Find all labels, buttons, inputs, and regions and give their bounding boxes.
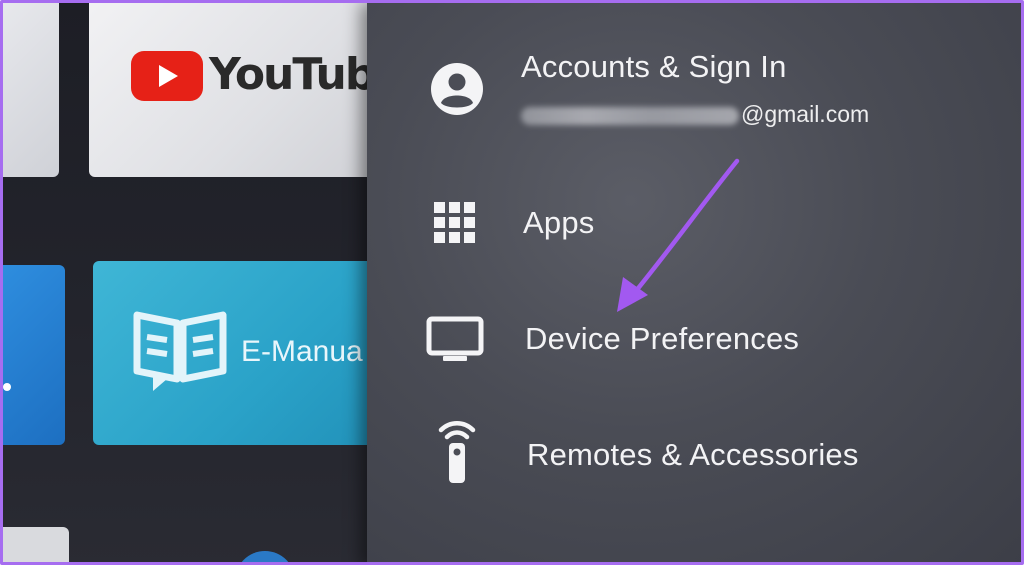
accounts-label: Accounts & Sign In xyxy=(521,49,787,84)
app-tile-emanual[interactable]: E-Manua xyxy=(93,261,375,445)
settings-item-device-preferences[interactable]: Device Preferences xyxy=(367,293,1021,383)
account-email: @gmail.com xyxy=(521,101,869,128)
screen-frame: YouTube E-Manua xyxy=(0,0,1024,565)
account-circle-icon xyxy=(427,59,487,119)
youtube-tile-label: YouTube xyxy=(209,49,375,100)
tv-monitor-icon xyxy=(425,309,485,369)
redacted-username xyxy=(521,106,739,125)
app-tile-partial-top[interactable] xyxy=(3,3,59,177)
apps-label: Apps xyxy=(523,205,595,240)
emanual-book-icon xyxy=(133,311,227,391)
settings-item-accounts[interactable]: Accounts & Sign In @gmail.com xyxy=(367,37,1021,128)
app-tile-partial-bottom[interactable] xyxy=(3,527,69,562)
home-app-grid: YouTube E-Manua xyxy=(3,3,375,562)
email-domain: @gmail.com xyxy=(741,101,870,127)
settings-item-remotes[interactable]: Remotes & Accessories xyxy=(367,409,1021,499)
app-tile-youtube[interactable]: YouTube xyxy=(89,3,375,177)
remotes-label: Remotes & Accessories xyxy=(527,437,859,472)
remote-icon xyxy=(427,421,487,483)
app-tile-partial-mid[interactable] xyxy=(3,265,65,445)
apps-grid-icon xyxy=(425,193,485,253)
app-tile-partial-bottom-2[interactable] xyxy=(235,551,295,562)
settings-panel: Accounts & Sign In @gmail.com Apps Devic… xyxy=(367,3,1021,562)
emanual-tile-label: E-Manua xyxy=(241,335,363,368)
device-preferences-label: Device Preferences xyxy=(525,321,800,356)
tile-dot-icon xyxy=(3,383,11,391)
youtube-play-icon xyxy=(131,51,203,101)
settings-item-apps[interactable]: Apps xyxy=(367,181,1021,271)
